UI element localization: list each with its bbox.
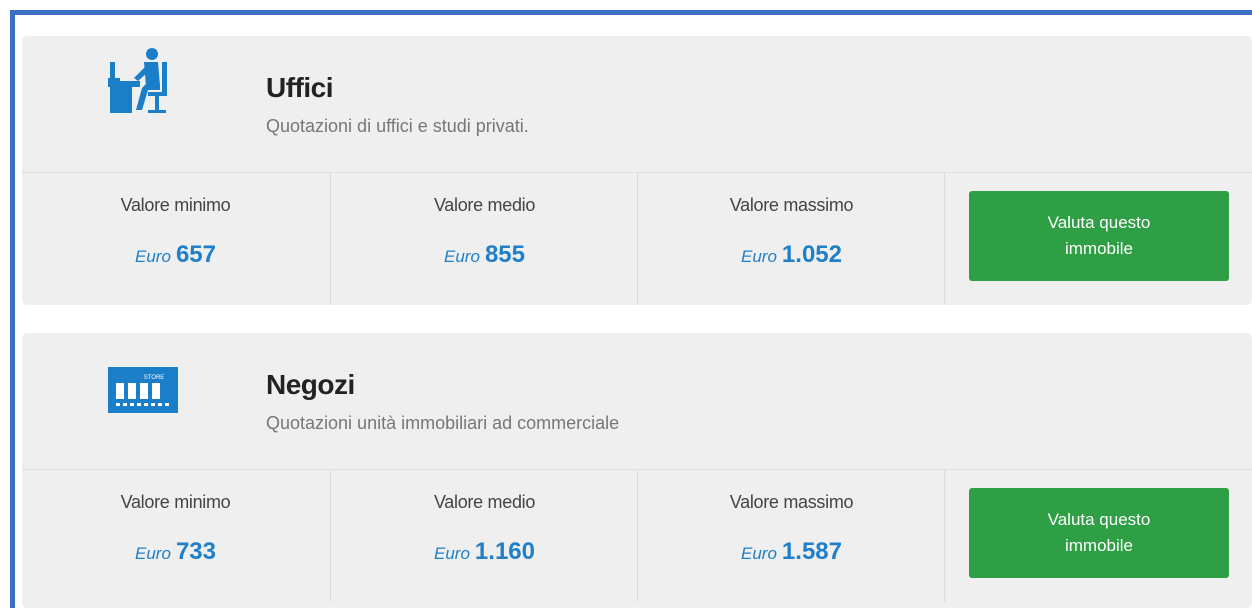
card-header: Uffici Quotazioni di uffici e studi priv…: [22, 36, 1252, 173]
max-value-label: Valore massimo: [729, 195, 854, 215]
price-number: 1.052: [781, 241, 842, 268]
currency-label: Euro: [741, 544, 777, 563]
avg-value-column: Valore medio Euro 1.160: [330, 470, 638, 602]
max-value-label: Valore massimo: [729, 492, 854, 512]
property-card-uffici: Uffici Quotazioni di uffici e studi priv…: [22, 36, 1252, 305]
office-worker-icon: [108, 48, 178, 118]
frame-border-left: [10, 10, 15, 608]
max-value: Euro 1.052: [638, 241, 945, 269]
card-title: Uffici: [266, 72, 334, 103]
card-subtitle: Quotazioni unità immobiliari ad commerci…: [266, 413, 620, 433]
action-column: Valuta questo immobile: [944, 470, 1252, 602]
price-number: 657: [175, 241, 216, 268]
avg-value-label: Valore medio: [433, 492, 536, 512]
min-value-label: Valore minimo: [120, 195, 231, 215]
max-value-column: Valore massimo Euro 1.052: [637, 173, 945, 305]
card-values: Valore minimo Euro 657 Valore medio Euro 8…: [22, 173, 1252, 305]
avg-value: Euro 855: [331, 241, 638, 269]
property-card-negozi: STORE Negozi Quotazioni unità immobiliar…: [22, 333, 1252, 608]
currency-label: Euro: [444, 247, 480, 266]
avg-value-label: Valore medio: [433, 195, 536, 215]
frame-border-top: [10, 10, 1252, 15]
avg-value: Euro 1.160: [331, 538, 638, 566]
price-number: 855: [484, 241, 525, 268]
price-number: 1.160: [474, 538, 535, 565]
min-value-column: Valore minimo Euro 733: [22, 470, 329, 602]
card-header: STORE Negozi Quotazioni unità immobiliar…: [22, 333, 1252, 470]
currency-label: Euro: [135, 247, 171, 266]
avg-value-column: Valore medio Euro 855: [330, 173, 638, 305]
evaluate-property-button[interactable]: Valuta questo immobile: [969, 488, 1229, 578]
min-value: Euro 657: [22, 241, 329, 269]
evaluate-property-button[interactable]: Valuta questo immobile: [969, 191, 1229, 281]
max-value-column: Valore massimo Euro 1.587: [637, 470, 945, 602]
action-column: Valuta questo immobile: [944, 173, 1252, 305]
min-value-column: Valore minimo Euro 657: [22, 173, 329, 305]
currency-label: Euro: [741, 247, 777, 266]
currency-label: Euro: [434, 544, 470, 563]
evaluate-button-label: Valuta questo immobile: [1047, 510, 1151, 555]
price-number: 1.587: [781, 538, 842, 565]
min-value: Euro 733: [22, 538, 329, 566]
store-sign-text: STORE: [144, 375, 165, 381]
evaluate-button-label: Valuta questo immobile: [1047, 213, 1151, 258]
min-value-label: Valore minimo: [120, 492, 231, 512]
currency-label: Euro: [135, 544, 171, 563]
max-value: Euro 1.587: [638, 538, 945, 566]
store-icon: STORE: [108, 345, 178, 415]
card-values: Valore minimo Euro 733 Valore medio Euro 1…: [22, 470, 1252, 602]
price-number: 733: [175, 538, 216, 565]
card-subtitle: Quotazioni di uffici e studi privati.: [266, 116, 529, 136]
card-title: Negozi: [266, 369, 355, 400]
